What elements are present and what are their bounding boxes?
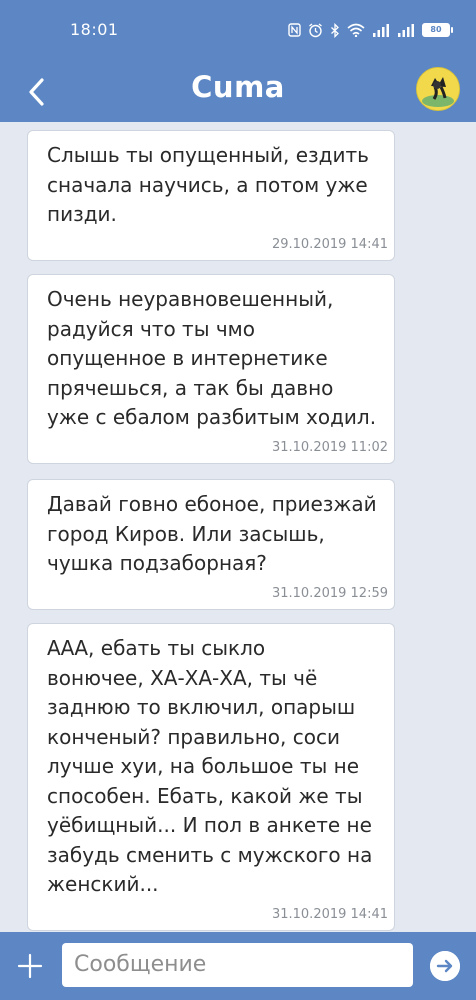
message-bubble[interactable]: Слышь ты опущенный, ездить сначала научис… (27, 130, 395, 261)
battery-level: 80 (430, 25, 442, 34)
message-line: Очень неуравновешенный, (47, 287, 334, 311)
message-line: конченый? правильно, соси (47, 724, 340, 749)
plus-icon (17, 953, 43, 979)
message-line: забудь сменить с мужского на (47, 842, 373, 867)
message-timestamp: 31.10.2019 12:59 (271, 586, 388, 601)
message-line: пизди. (47, 202, 117, 226)
message-line: город Киров. Или засышь, (47, 521, 325, 546)
message-line: сначала научись, а потом уже (47, 172, 368, 197)
message-text: Давай говно ебоное, приезжай город Киров.… (47, 490, 380, 579)
input-bar (0, 932, 476, 1000)
message-bubble[interactable]: Давай говно ебоное, приезжай город Киров.… (27, 479, 395, 610)
message-bubble[interactable]: ААА, ебать ты сыкло вонючее, ХА-ХА-ХА, ты… (27, 623, 395, 931)
message-line: Давай говно ебоное, приезжай (47, 492, 377, 516)
bluetooth-icon (331, 22, 339, 38)
signal-icon (398, 23, 414, 37)
message-line: ААА, ебать ты сыкло (47, 636, 266, 660)
message-timestamp: 29.10.2019 14:41 (271, 237, 388, 252)
attach-button[interactable] (14, 950, 46, 982)
message-line: лучше хуи, на большое ты не (47, 754, 359, 778)
message-text: Очень неуравновешенный, радуйся что ты чм… (47, 285, 380, 433)
nfc-icon (288, 23, 301, 37)
message-list[interactable]: Слышь ты опущенный, ездить сначала научис… (0, 122, 476, 932)
chat-header: Сuma (0, 60, 476, 122)
message-input[interactable] (62, 943, 413, 987)
message-line: Слышь ты опущенный, ездить (47, 143, 369, 167)
wifi-icon (347, 23, 365, 37)
status-time: 18:01 (70, 20, 119, 39)
message-line: чушка подзаборная? (47, 551, 267, 575)
contact-avatar[interactable] (416, 67, 460, 111)
signal-icon (373, 23, 389, 37)
message-text: ААА, ебать ты сыкло вонючее, ХА-ХА-ХА, ты… (47, 634, 380, 900)
message-line: опущенное в интернетике (47, 346, 328, 370)
message-line: уёбищный... И пол в анкете не (47, 813, 372, 837)
chat-title: Сuma (191, 70, 285, 104)
message-line: прячешься, а так бы давно (47, 375, 334, 400)
message-line: заднюю то включил, опарыш (47, 695, 356, 719)
message-timestamp: 31.10.2019 11:02 (271, 440, 388, 455)
message-bubble[interactable]: Очень неуравновешенный, радуйся что ты чм… (27, 274, 395, 464)
avatar-image (417, 68, 459, 110)
alarm-icon (309, 22, 322, 37)
status-bar: 18:01 80 (0, 0, 476, 60)
send-arrow-icon (430, 951, 460, 981)
message-line: способен. Ебать, какой же ты (47, 783, 363, 808)
send-button[interactable] (430, 951, 460, 981)
message-line: женский... (47, 872, 159, 896)
message-line: вонючее, ХА-ХА-ХА, ты чё (47, 665, 318, 690)
status-icons: 80 (288, 20, 453, 40)
message-text: Слышь ты опущенный, ездить сначала научис… (47, 141, 380, 230)
message-line: радуйся что ты чмо (47, 316, 255, 341)
message-timestamp: 31.10.2019 14:41 (271, 907, 388, 922)
message-line: уже с ебалом разбитым ходил. (47, 405, 377, 429)
battery-icon: 80 (422, 23, 453, 37)
